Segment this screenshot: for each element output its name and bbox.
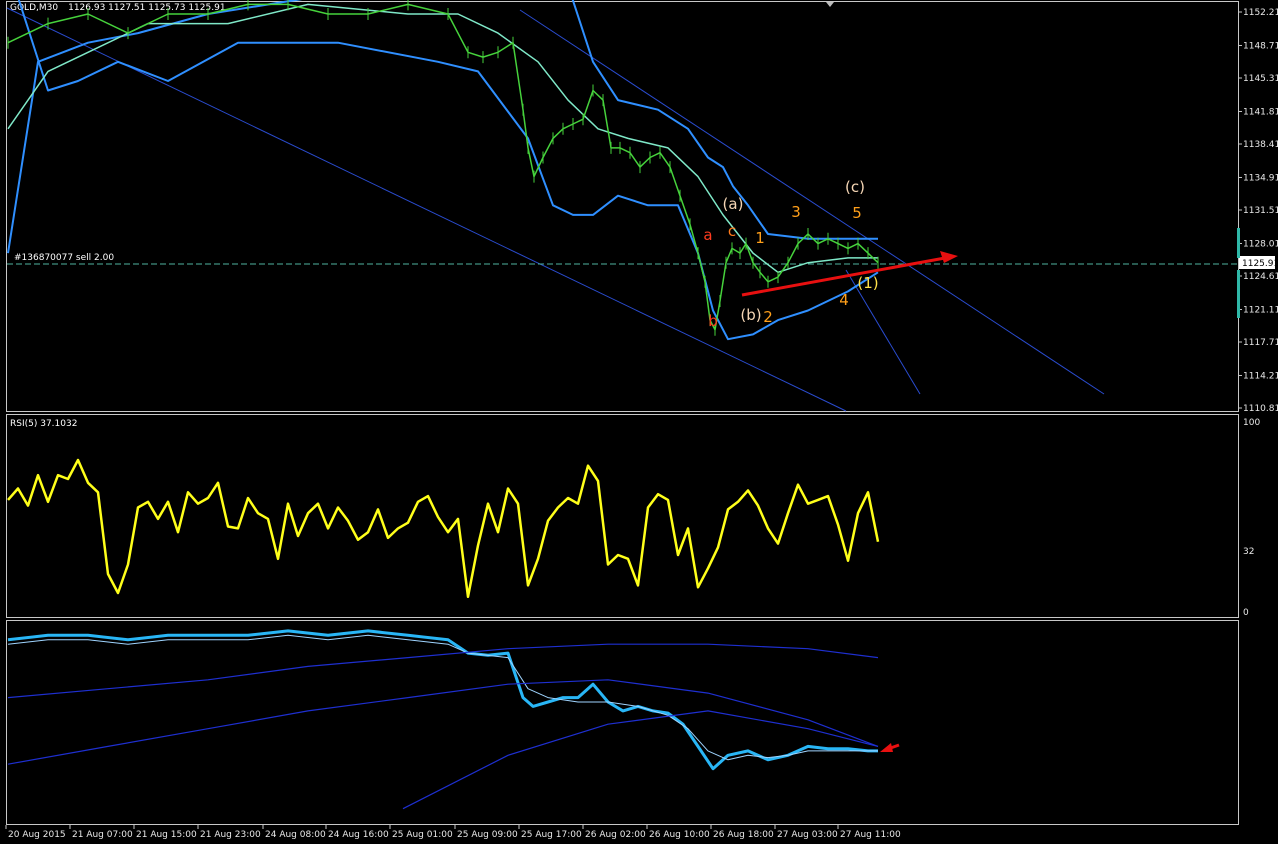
shift-marker-icon[interactable]: [826, 2, 834, 7]
price-tick-label: 1124.61: [1243, 272, 1278, 282]
bollinger-bands: [7, 0, 879, 341]
time-tick-label: 21 Aug 23:00: [200, 830, 261, 840]
wave-label: (a): [723, 195, 744, 213]
time-tick-label: 21 Aug 07:00: [72, 830, 133, 840]
time-tick-label: 25 Aug 09:00: [457, 830, 518, 840]
time-axis: 20 Aug 2015 21 Aug 07:00 21 Aug 15:00 21 Au…: [5, 825, 901, 840]
indicator-arrow-head: [880, 743, 893, 752]
price-axis: 1152.21 1148.71 1145.31 1141.81 1138.41 1134.…: [1238, 8, 1278, 414]
price-tick-label: 1110.81: [1243, 404, 1278, 414]
symbol-text: GOLD,M30: [10, 3, 58, 13]
wave-label: (1): [857, 274, 878, 292]
time-tick-label: 26 Aug 02:00: [585, 830, 646, 840]
time-tick-label: 27 Aug 11:00: [840, 830, 901, 840]
time-tick-label: 26 Aug 10:00: [649, 830, 710, 840]
rsi-panel-frame: [6, 414, 1239, 618]
wave-label: (b): [740, 306, 761, 324]
indicator-main-line: [7, 629, 878, 771]
rsi-title: RSI(5) 37.1032: [10, 419, 77, 429]
indicator-panel[interactable]: [7, 629, 900, 810]
rsi-series: [7, 458, 880, 599]
wave-label: b: [708, 312, 718, 330]
indicator-trend-curve: [402, 710, 879, 810]
channel-upper-line: [519, 9, 1105, 395]
wave-label: 1: [755, 229, 765, 247]
price-tick-label: 1134.91: [1243, 174, 1278, 184]
time-tick-label: 26 Aug 18:00: [713, 830, 774, 840]
time-tick-label: 20 Aug 2015: [8, 830, 66, 840]
volume-marker-bottom: [1237, 270, 1240, 318]
price-tick-label: 1114.21: [1243, 372, 1278, 382]
time-tick-label: 27 Aug 03:00: [777, 830, 838, 840]
price-panel[interactable]: #136870077 sell 2.00 GOLD,M30 1126.93 112…: [6, 0, 1278, 414]
time-tick-label: 24 Aug 16:00: [328, 830, 389, 840]
time-tick-label: 21 Aug 15:00: [136, 830, 197, 840]
price-tick-label: 1121.11: [1243, 306, 1278, 316]
price-tick-label: 1128.01: [1243, 240, 1278, 250]
support-arrow-head: [940, 251, 958, 263]
time-tick-label: 25 Aug 17:00: [521, 830, 582, 840]
lower-band-line: [17, 0, 879, 341]
rsi-level-labels: 100 32 0: [1243, 418, 1260, 618]
wave-label: c: [728, 222, 736, 240]
indicator-series: [7, 629, 879, 810]
wave-label: (c): [845, 178, 865, 196]
price-tick-label: 1141.81: [1243, 108, 1278, 118]
time-tick-label: 25 Aug 01:00: [392, 830, 453, 840]
price-series: [7, 0, 879, 336]
wave-label: 4: [839, 291, 849, 309]
current-price-label: 1125.91: [1242, 259, 1278, 269]
upper-band-line: [7, 0, 878, 254]
price-panel-frame: [6, 1, 1239, 412]
wave-label: 5: [852, 204, 862, 222]
trendlines: [6, 7, 1105, 412]
price-tick-label: 1148.71: [1243, 42, 1278, 52]
chart-window: #136870077 sell 2.00 GOLD,M30 1126.93 112…: [5, 0, 1278, 840]
middle-band-line: [7, 3, 878, 274]
rsi-line: [7, 458, 880, 599]
time-tick-label: 24 Aug 08:00: [265, 830, 326, 840]
price-tick-label: 1131.51: [1243, 206, 1278, 216]
ohlc-text: 1126.93 1127.51 1125.73 1125.91: [68, 3, 225, 13]
price-tick-label: 1117.71: [1243, 338, 1278, 348]
symbol-label: GOLD,M30 1126.93 1127.51 1125.73 1125.91: [10, 3, 226, 13]
price-tick-label: 1145.31: [1243, 74, 1278, 84]
price-tick-label: 1138.41: [1243, 140, 1278, 150]
indicator-upper-curve: [7, 643, 879, 699]
volume-marker-top: [1237, 228, 1240, 258]
rsi-level-label: 100: [1243, 418, 1260, 428]
rsi-level-label: 0: [1243, 608, 1249, 618]
order-label: #136870077 sell 2.00: [14, 253, 114, 263]
wave-label: 3: [791, 203, 801, 221]
price-close-line: [7, 3, 879, 331]
rsi-level-label: 32: [1243, 547, 1254, 557]
wave-label: 2: [763, 308, 773, 326]
wave-label: a: [703, 226, 712, 244]
rsi-panel[interactable]: RSI(5) 37.1032 100 32 0: [7, 418, 1260, 618]
price-tick-label: 1152.21: [1243, 8, 1278, 18]
